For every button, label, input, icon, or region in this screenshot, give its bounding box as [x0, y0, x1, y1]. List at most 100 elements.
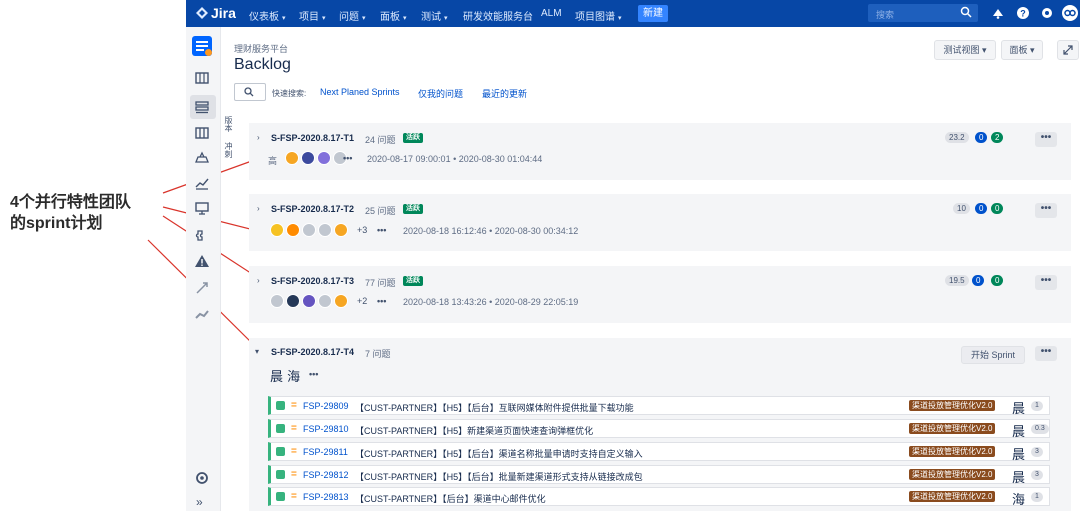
assignee[interactable]: 晨 [1012, 444, 1025, 463]
more-avatars-count[interactable]: +3 [357, 225, 367, 235]
nav-projects[interactable]: 项目 ▾ [299, 8, 326, 23]
sprint-assignees[interactable]: 晨 海 [270, 366, 300, 385]
breadcrumb[interactable]: 理财服务平台 [234, 42, 288, 55]
bell-icon[interactable] [991, 6, 1005, 20]
search-icon[interactable] [960, 6, 972, 18]
chevron-down-icon: ▾ [1030, 45, 1035, 55]
points-todo: 23.2 [945, 132, 969, 143]
chevron-right-icon[interactable]: › [257, 276, 260, 285]
nav-alm[interactable]: ALM [541, 8, 562, 19]
issue-key[interactable]: FSP-29810 [303, 424, 349, 434]
assignee[interactable]: 晨 [1012, 421, 1025, 440]
nav-test[interactable]: 测试 ▾ [421, 8, 448, 23]
sprint-actions-button[interactable]: ••• [1035, 132, 1057, 147]
sprint-actions-button[interactable]: ••• [1035, 275, 1057, 290]
expand-sidebar-icon[interactable]: » [196, 495, 203, 509]
assignee[interactable]: 晨 [1012, 398, 1025, 417]
monitor-icon[interactable] [194, 200, 210, 216]
more-avatars-icon[interactable]: ••• [343, 153, 352, 163]
versions-tab[interactable]: 版本 [220, 116, 234, 132]
avatar[interactable] [286, 294, 300, 308]
points-inprogress: 0 [975, 203, 988, 214]
table-row[interactable]: = FSP-29813 【CUST-PARTNER】【后台】渠道中心邮件优化 渠… [268, 487, 1050, 508]
epic-badge[interactable]: 渠道投放管理优化V2.0 [909, 469, 996, 480]
avatar[interactable] [317, 151, 331, 165]
table-row[interactable]: = FSP-29812 【CUST-PARTNER】【H5】【后台】批量新建渠道… [268, 465, 1050, 486]
more-avatars-count[interactable]: +2 [357, 296, 367, 306]
epic-badge[interactable]: 渠道投放管理优化V2.0 [909, 400, 996, 411]
avatar[interactable] [270, 294, 284, 308]
nav-boards[interactable]: 面板 ▾ [380, 8, 407, 23]
story-icon [276, 470, 285, 479]
avatar[interactable] [318, 223, 332, 237]
components-icon[interactable] [194, 227, 210, 243]
avatar[interactable] [318, 294, 332, 308]
table-row[interactable]: = FSP-29811 【CUST-PARTNER】【H5】【后台】渠道名称批量… [268, 442, 1050, 463]
chevron-right-icon[interactable]: › [257, 204, 260, 213]
help-icon[interactable]: ? [1016, 6, 1030, 20]
sprint-actions-button[interactable]: ••• [1035, 203, 1057, 218]
assignee[interactable]: 晨 [1012, 467, 1025, 486]
warning-icon[interactable] [194, 253, 210, 269]
gear-icon[interactable] [1040, 6, 1054, 20]
table-row[interactable]: = FSP-29810 【CUST-PARTNER】【H5】新建渠道页面快速查询… [268, 419, 1050, 440]
avatar[interactable] [302, 294, 316, 308]
epic-badge[interactable]: 渠道投放管理优化V2.0 [909, 423, 996, 434]
issue-summary: 【CUST-PARTNER】【H5】【后台】互联网媒体附件提供批量下载功能 [355, 403, 634, 413]
quick-filter-next-sprints[interactable]: Next Planed Sprints [320, 87, 400, 97]
backlog-icon[interactable] [194, 99, 210, 115]
settings-gear-icon[interactable] [194, 470, 210, 486]
fullscreen-button[interactable] [1057, 40, 1079, 60]
more-options-icon[interactable]: ••• [377, 296, 386, 306]
points-todo: 19.5 [945, 275, 969, 286]
sprints-tab[interactable]: 冲刺 [220, 142, 234, 158]
avatar[interactable] [334, 223, 348, 237]
table-row[interactable]: = FSP-29809 【CUST-PARTNER】【H5】【后台】互联网媒体附… [268, 396, 1050, 417]
nav-service-desk[interactable]: 研发效能服务台 [463, 8, 533, 23]
shipit-icon[interactable] [194, 306, 210, 322]
search-input[interactable]: 搜索 [868, 4, 978, 22]
nav-project-map[interactable]: 项目图谱 ▾ [575, 8, 622, 23]
roadmap-icon[interactable] [194, 70, 210, 86]
board-icon[interactable] [194, 125, 210, 141]
sprint-name[interactable]: S-FSP-2020.8.17-T3 [271, 276, 354, 286]
user-avatar-icon[interactable] [1062, 5, 1078, 21]
rocket-icon[interactable] [194, 280, 210, 296]
quick-filter-my-issues[interactable]: 仅我的问题 [418, 87, 463, 100]
quick-filter-recent[interactable]: 最近的更新 [482, 87, 527, 100]
jira-logo[interactable]: Jira [196, 5, 236, 21]
avatar[interactable] [301, 151, 315, 165]
project-avatar-icon[interactable] [192, 36, 212, 56]
sprint-name[interactable]: S-FSP-2020.8.17-T2 [271, 204, 354, 214]
sprint-name[interactable]: S-FSP-2020.8.17-T1 [271, 133, 354, 143]
avatar[interactable] [334, 294, 348, 308]
reports-icon[interactable] [194, 175, 210, 191]
chevron-down-icon[interactable]: ▾ [255, 347, 259, 356]
avatar[interactable] [270, 223, 284, 237]
issue-key[interactable]: FSP-29811 [303, 447, 348, 457]
issue-key[interactable]: FSP-29813 [303, 492, 349, 502]
epic-badge[interactable]: 渠道投放管理优化V2.0 [909, 446, 996, 457]
assignee[interactable]: 海 [1012, 489, 1025, 508]
epic-badge[interactable]: 渠道投放管理优化V2.0 [909, 491, 996, 502]
more-options-icon[interactable]: ••• [309, 369, 318, 379]
issue-key[interactable]: FSP-29809 [303, 401, 349, 411]
quick-search-input[interactable] [234, 83, 266, 101]
sprint-name[interactable]: S-FSP-2020.8.17-T4 [271, 347, 354, 357]
view-button[interactable]: 测试视图 ▾ [934, 40, 996, 60]
avatar[interactable] [286, 223, 300, 237]
issue-key[interactable]: FSP-29812 [303, 470, 349, 480]
nav-issues[interactable]: 问题 ▾ [339, 8, 366, 23]
expand-icon [1063, 45, 1073, 55]
board-button[interactable]: 面板 ▾ [1001, 40, 1043, 60]
sprint-actions-button[interactable]: ••• [1035, 346, 1057, 361]
search-icon [244, 87, 254, 97]
chevron-right-icon[interactable]: › [257, 133, 260, 142]
avatar[interactable] [302, 223, 316, 237]
start-sprint-button[interactable]: 开始 Sprint [961, 346, 1025, 364]
create-button[interactable]: 新建 [638, 5, 668, 22]
more-options-icon[interactable]: ••• [377, 225, 386, 235]
releases-icon[interactable] [194, 150, 210, 166]
avatar[interactable] [285, 151, 299, 165]
nav-dashboards[interactable]: 仪表板 ▾ [249, 8, 286, 23]
